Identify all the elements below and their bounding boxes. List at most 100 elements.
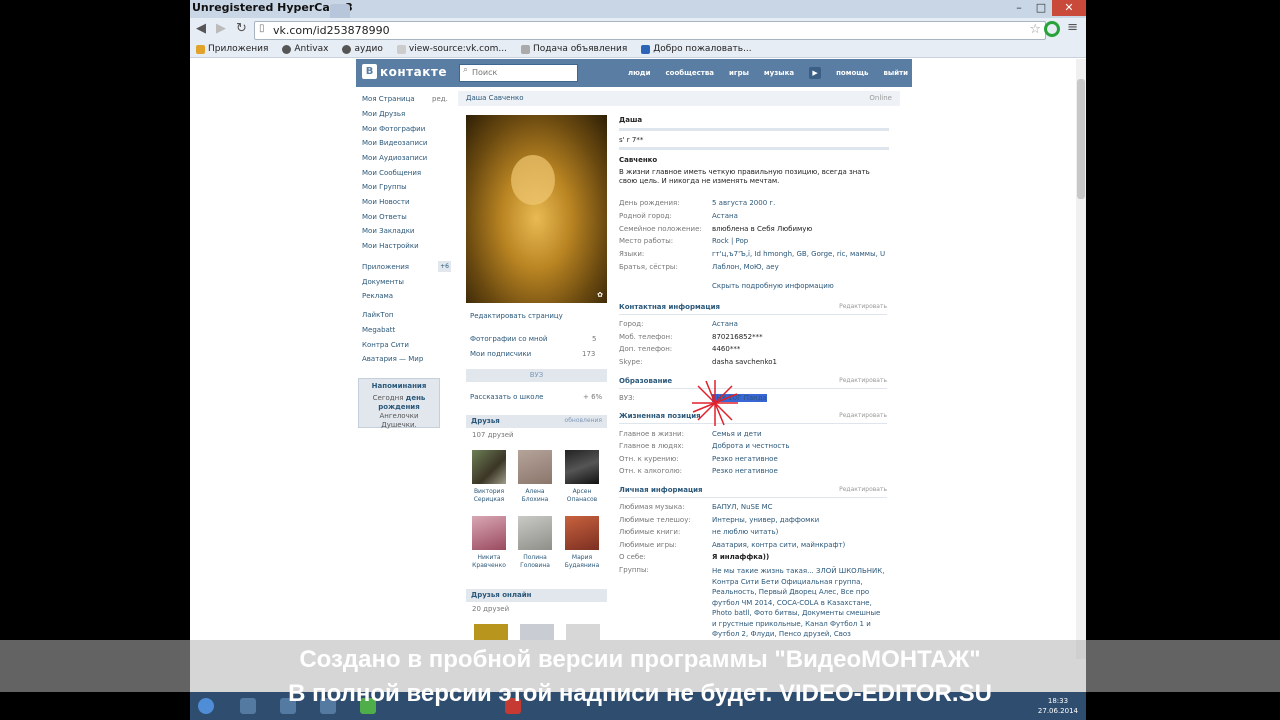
- hide-details-link[interactable]: Скрыть подробную информацию: [712, 282, 834, 290]
- menu-game-liketop[interactable]: ЛайкТоп: [362, 311, 393, 319]
- nav-help[interactable]: помощь: [836, 69, 868, 77]
- info-label: Главное в людях:: [619, 442, 684, 450]
- info-value[interactable]: не люблю читать): [712, 528, 778, 536]
- bookmark-star-icon[interactable]: ☆: [1029, 22, 1041, 37]
- menu-my-friends[interactable]: Мои Друзья: [362, 110, 405, 118]
- online-friend-avatar[interactable]: [474, 624, 508, 640]
- bookmark-item[interactable]: Добро пожаловать...: [641, 41, 752, 57]
- friend-avatar: [472, 450, 506, 484]
- info-value[interactable]: Аватария, контра сити, майнкрафт): [712, 541, 845, 549]
- friend-card[interactable]: Мария Будаянина: [562, 516, 602, 570]
- friend-card[interactable]: Полина Головина: [515, 516, 555, 570]
- menu-my-answers[interactable]: Мои Ответы: [362, 213, 407, 221]
- info-value[interactable]: Астана: [712, 320, 738, 328]
- nav-people[interactable]: люди: [628, 69, 651, 77]
- friend-card[interactable]: Виктория Серицкая: [469, 450, 509, 504]
- friends-title: Друзья: [471, 417, 500, 425]
- friends-online-header[interactable]: Друзья онлайн: [466, 589, 607, 602]
- menu-my-page[interactable]: Моя Страница: [362, 95, 415, 103]
- info-value[interactable]: Лаблон, МоЮ, aey: [712, 263, 779, 271]
- page-scrollbar[interactable]: [1076, 59, 1086, 659]
- play-icon[interactable]: ▶: [809, 67, 822, 79]
- school-tell-link[interactable]: Рассказать о школе: [470, 393, 543, 401]
- nav-communities[interactable]: сообщества: [666, 69, 715, 77]
- reminders-body[interactable]: Сегодня день рождения Ангелочки Душечки.: [359, 390, 439, 430]
- menu-my-settings[interactable]: Мои Настройки: [362, 242, 419, 250]
- info-value[interactable]: влюблена в Себя Любимую: [712, 225, 812, 233]
- info-value[interactable]: Доброта и честность: [712, 442, 789, 450]
- friends-count[interactable]: 107 друзей: [472, 431, 514, 439]
- info-value[interactable]: Астана: [712, 212, 738, 220]
- menu-game-avataria[interactable]: Аватария — Мир: [362, 355, 423, 363]
- scrollbar-thumb[interactable]: [1077, 79, 1085, 199]
- extension-icon[interactable]: [1044, 21, 1060, 37]
- close-icon[interactable]: ✕: [1052, 0, 1086, 16]
- maximize-icon[interactable]: □: [1030, 0, 1052, 16]
- bookmark-item[interactable]: аудио: [342, 41, 383, 57]
- menu-game-megabatt[interactable]: Megabatt: [362, 326, 395, 334]
- menu-my-groups[interactable]: Мои Группы: [362, 183, 407, 191]
- menu-my-videos[interactable]: Мои Видеозаписи: [362, 139, 427, 147]
- menu-edit-link[interactable]: ред.: [432, 95, 448, 103]
- edit-life-link[interactable]: Редактировать: [839, 412, 887, 419]
- info-value[interactable]: Интерны, универ, даффомки: [712, 516, 819, 524]
- friend-card[interactable]: Никита Кравченко: [469, 516, 509, 570]
- info-value[interactable]: 5 августа 2000 г.: [712, 199, 775, 207]
- university-tile[interactable]: ВУЗ: [466, 369, 607, 382]
- profile-avatar[interactable]: ✿: [466, 115, 607, 303]
- menu-documents[interactable]: Документы: [362, 278, 404, 286]
- friend-card[interactable]: Арсен Опанасов: [562, 450, 602, 504]
- menu-my-messages[interactable]: Мои Сообщения: [362, 169, 421, 177]
- menu-my-news[interactable]: Мои Новости: [362, 198, 410, 206]
- nav-music[interactable]: музыка: [764, 69, 794, 77]
- info-value[interactable]: Rock | Pop: [712, 237, 748, 245]
- edit-page-link[interactable]: Редактировать страницу: [470, 312, 563, 320]
- info-value[interactable]: dasha savchenko1: [712, 358, 777, 366]
- reload-icon[interactable]: ↻: [236, 21, 247, 36]
- online-friend-avatar[interactable]: [520, 624, 554, 640]
- info-value[interactable]: Резко негативное: [712, 455, 778, 463]
- my-subscribers-link[interactable]: Мои подписчики: [470, 350, 531, 358]
- nav-logout[interactable]: выйти: [883, 69, 908, 77]
- bookmark-item[interactable]: Подача объявления: [520, 41, 627, 57]
- address-bar[interactable]: ▯ vk.com/id253878990 ☆: [254, 21, 1046, 40]
- info-label: Братья, сёстры:: [619, 263, 678, 271]
- bookmark-item[interactable]: view-source:vk.com...: [396, 41, 507, 57]
- info-value[interactable]: БАПУЛ, NuSE MC: [712, 503, 773, 511]
- menu-icon[interactable]: ≡: [1067, 20, 1078, 35]
- friends-section-header[interactable]: Друзья обновления: [466, 415, 607, 428]
- friends-updates-link[interactable]: обновления: [565, 417, 602, 424]
- bookmark-item[interactable]: Приложения: [196, 41, 268, 57]
- friend-card[interactable]: Алена Блохина: [515, 450, 555, 504]
- vk-search[interactable]: ⌕: [459, 64, 578, 82]
- groups-list[interactable]: Не мы такие жизнь такая... ЗЛОЙ ШКОЛЬНИК…: [712, 566, 892, 640]
- info-value[interactable]: Резко негативное: [712, 467, 778, 475]
- reminders-title: Напоминания: [371, 382, 427, 390]
- bookmark-item[interactable]: Antivax: [282, 41, 328, 57]
- info-label: Отн. к алкоголю:: [619, 467, 683, 475]
- menu-ads[interactable]: Реклама: [362, 292, 393, 300]
- info-value[interactable]: гт'ц,ъ7'Ъ,ї, Id hmongh, GB, Gorge, ric, …: [712, 250, 885, 258]
- edit-personal-link[interactable]: Редактировать: [839, 486, 887, 493]
- vk-logo[interactable]: В контакте: [362, 64, 447, 79]
- new-tab-button[interactable]: [330, 4, 350, 18]
- status-quote[interactable]: s' r 7**: [619, 136, 643, 144]
- forward-icon[interactable]: ▶: [216, 21, 226, 36]
- search-input[interactable]: [472, 66, 572, 79]
- edit-education-link[interactable]: Редактировать: [839, 377, 887, 384]
- photos-with-me-link[interactable]: Фотографии со мной: [470, 335, 547, 343]
- menu-my-photos[interactable]: Мои Фотографии: [362, 125, 425, 133]
- nav-games[interactable]: игры: [729, 69, 749, 77]
- back-icon[interactable]: ◀: [196, 21, 206, 36]
- minimize-icon[interactable]: –: [1008, 0, 1030, 16]
- info-value[interactable]: Семья и дети: [712, 430, 762, 438]
- info-label: Skype:: [619, 358, 643, 366]
- edit-contact-link[interactable]: Редактировать: [839, 303, 887, 310]
- menu-game-contra-city[interactable]: Контра Сити: [362, 341, 409, 349]
- friends-online-count[interactable]: 20 друзей: [472, 605, 509, 613]
- online-friend-avatar[interactable]: [566, 624, 600, 640]
- menu-my-audio[interactable]: Мои Аудиозаписи: [362, 154, 427, 162]
- menu-apps[interactable]: Приложения: [362, 263, 409, 271]
- apps-count-badge[interactable]: +6: [438, 261, 451, 272]
- menu-my-bookmarks[interactable]: Мои Закладки: [362, 227, 414, 235]
